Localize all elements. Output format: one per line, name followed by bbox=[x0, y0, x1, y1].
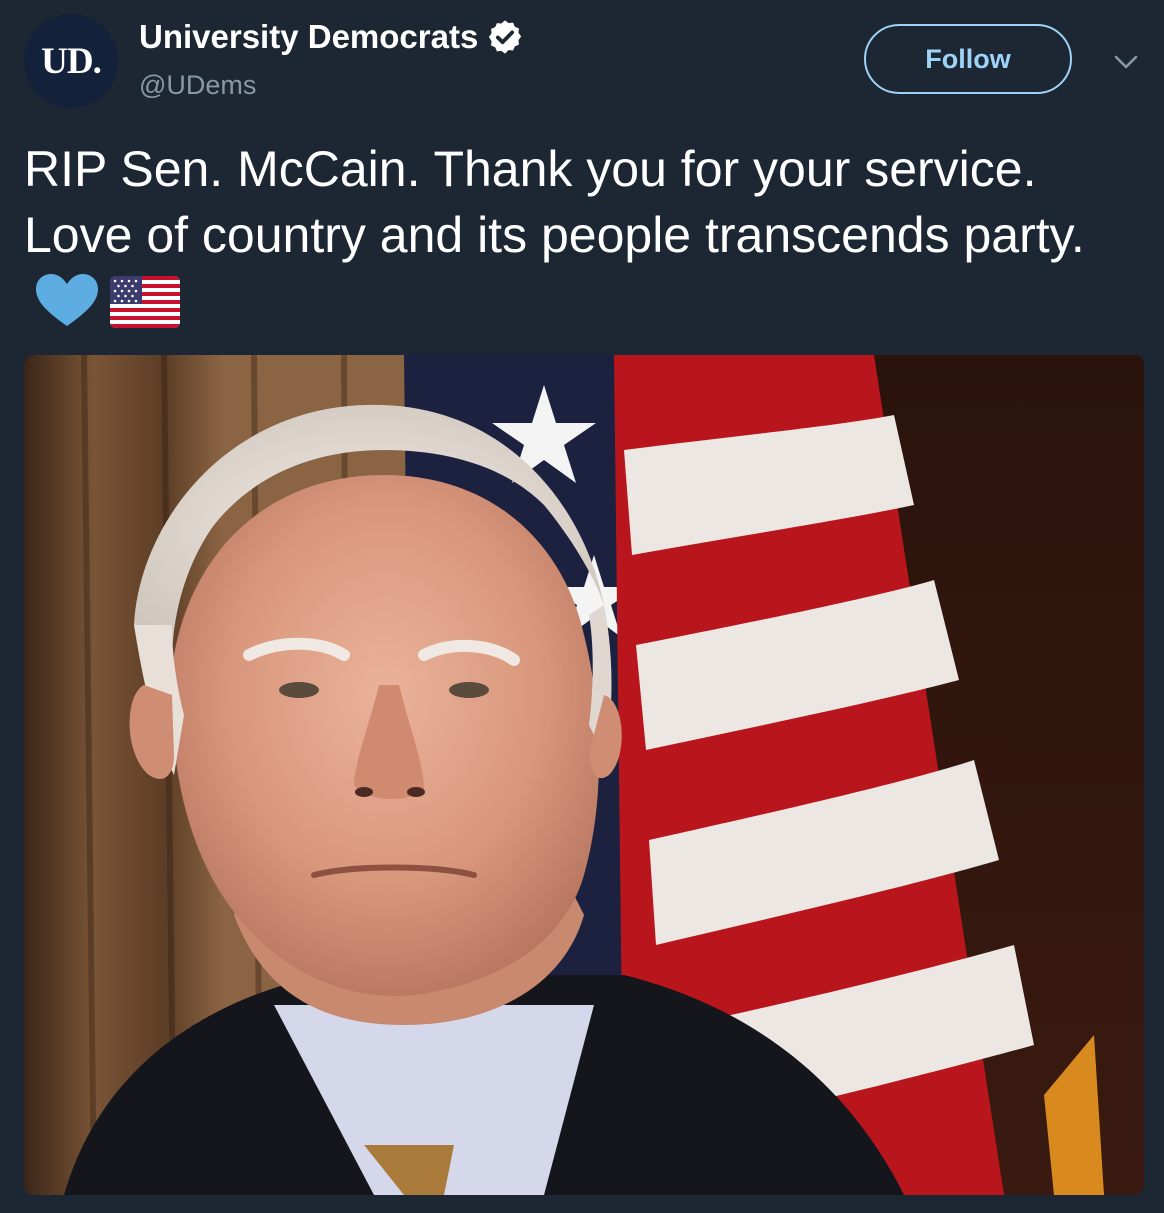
display-name[interactable]: University Democrats bbox=[139, 18, 478, 56]
author-name-row: University Democrats bbox=[139, 18, 524, 56]
tweet-text: RIP Sen. McCain. Thank you for your serv… bbox=[24, 141, 1085, 263]
avatar-text: UD. bbox=[41, 40, 102, 82]
verified-badge-icon bbox=[486, 18, 524, 56]
handle[interactable]: @UDems bbox=[139, 70, 256, 101]
tweet-photo[interactable] bbox=[24, 355, 1144, 1195]
us-flag-icon bbox=[110, 276, 180, 344]
follow-button[interactable]: Follow bbox=[864, 24, 1072, 94]
avatar[interactable]: UD. bbox=[24, 14, 118, 108]
chevron-down-icon[interactable] bbox=[1110, 50, 1142, 74]
blue-heart-icon bbox=[34, 272, 100, 344]
tweet-text-block: RIP Sen. McCain. Thank you for your serv… bbox=[24, 136, 1154, 344]
